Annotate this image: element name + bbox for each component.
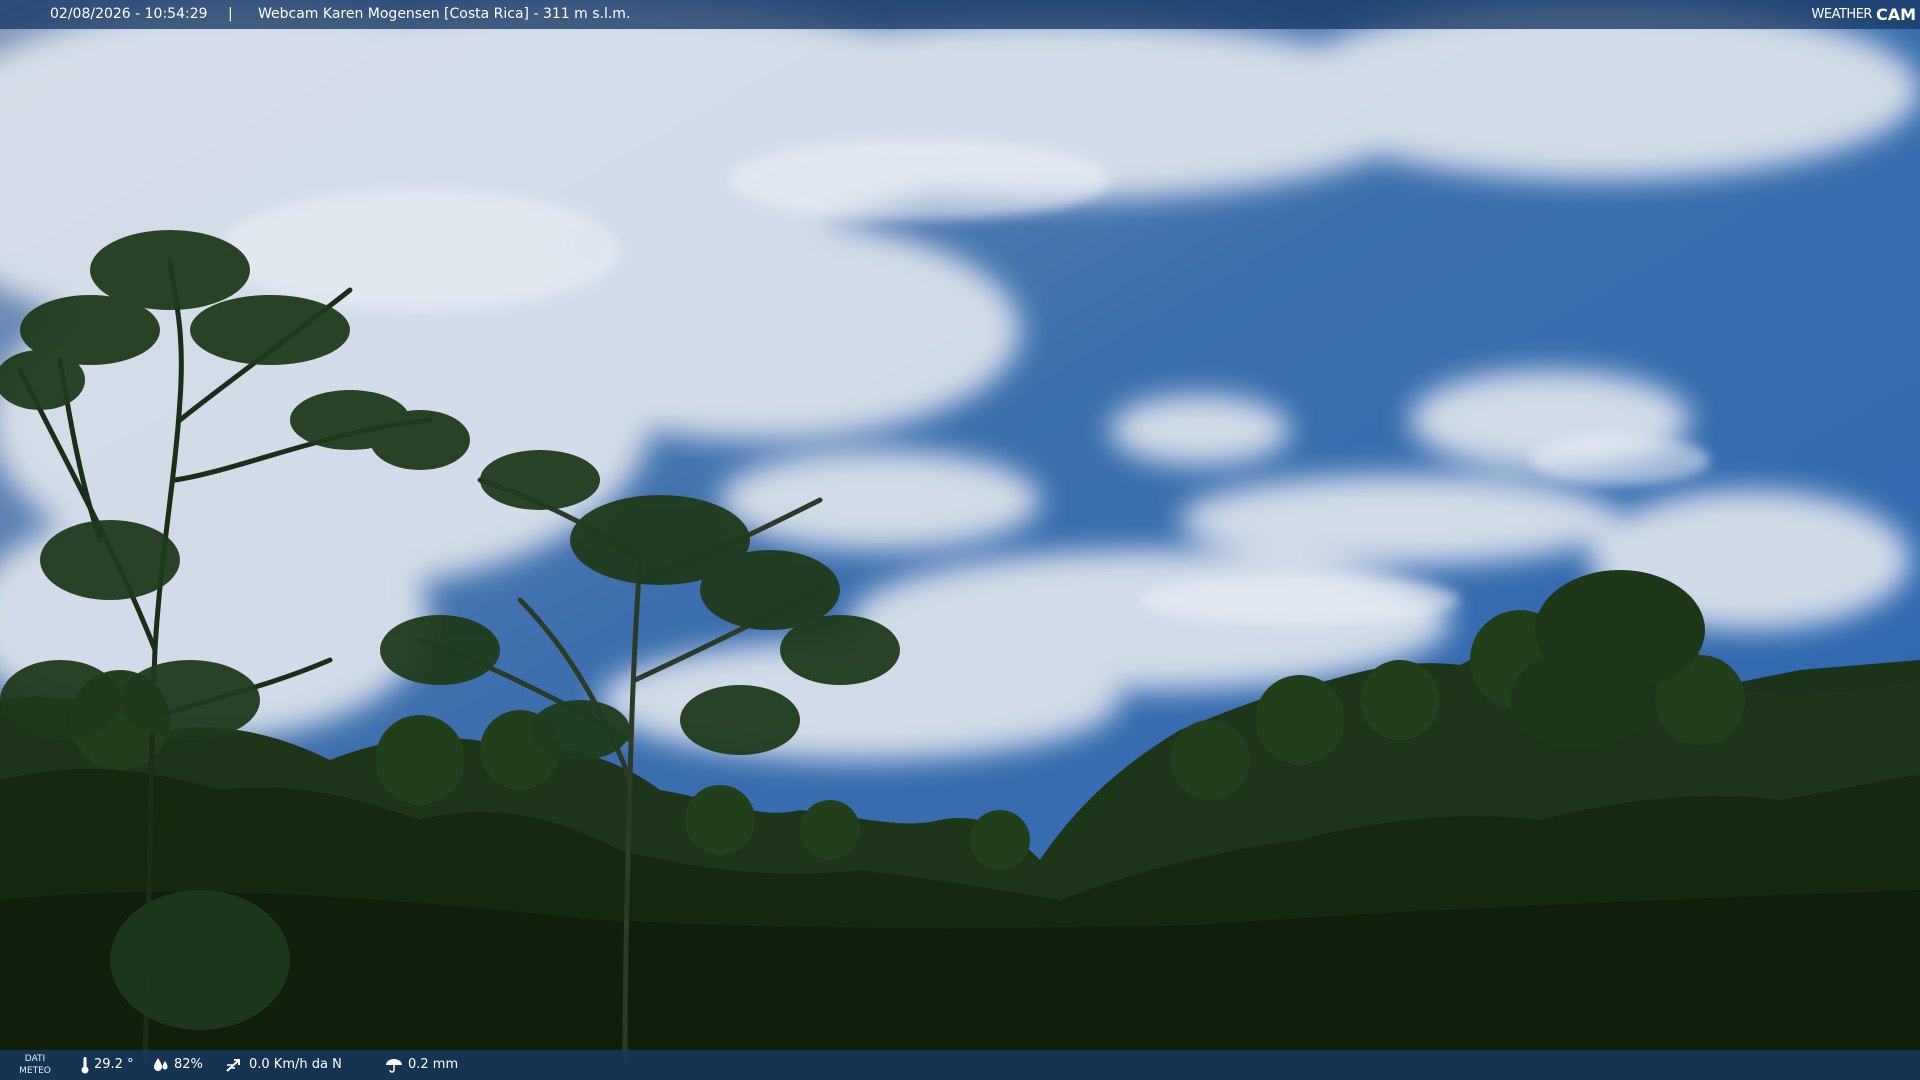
- temperature-value: 29.2 °: [94, 1057, 134, 1072]
- weather-label-line2: METEO: [19, 1066, 51, 1076]
- temperature-reading: 29.2 °: [80, 1050, 134, 1080]
- wind-value: 0.0 Km/h da N: [249, 1057, 342, 1072]
- logo-text-weather: WEATHER: [1811, 7, 1873, 22]
- weather-data-bar: DATI METEO 29.2 ° 82% 0.0 Km/h da N 0.2 …: [0, 1050, 1920, 1080]
- humidity-drops-icon: [154, 1058, 168, 1071]
- thermometer-icon: [81, 1057, 89, 1074]
- logo-text-cam: CAM: [1875, 5, 1916, 24]
- weathercam-logo[interactable]: WEATHER CAM: [1812, 0, 1920, 29]
- rain-value: 0.2 mm: [408, 1057, 459, 1072]
- wind-icon: [226, 1059, 240, 1072]
- humidity-value: 82%: [174, 1057, 203, 1072]
- rain-reading: 0.2 mm: [384, 1050, 458, 1080]
- camera-title: Webcam Karen Mogensen [Costa Rica] - 311…: [258, 6, 631, 22]
- humidity-reading: 82%: [152, 1050, 203, 1080]
- webcam-image: [0, 0, 1920, 1080]
- weather-data-label: DATI METEO: [18, 1053, 52, 1077]
- top-info-bar: 02/08/2026 - 10:54:29 | Webcam Karen Mog…: [0, 0, 1920, 29]
- header-separator: |: [228, 6, 233, 22]
- wind-reading: 0.0 Km/h da N: [225, 1050, 342, 1080]
- rain-umbrella-icon: [386, 1059, 402, 1073]
- timestamp: 02/08/2026 - 10:54:29: [50, 6, 208, 22]
- weather-label-line1: DATI: [24, 1054, 46, 1064]
